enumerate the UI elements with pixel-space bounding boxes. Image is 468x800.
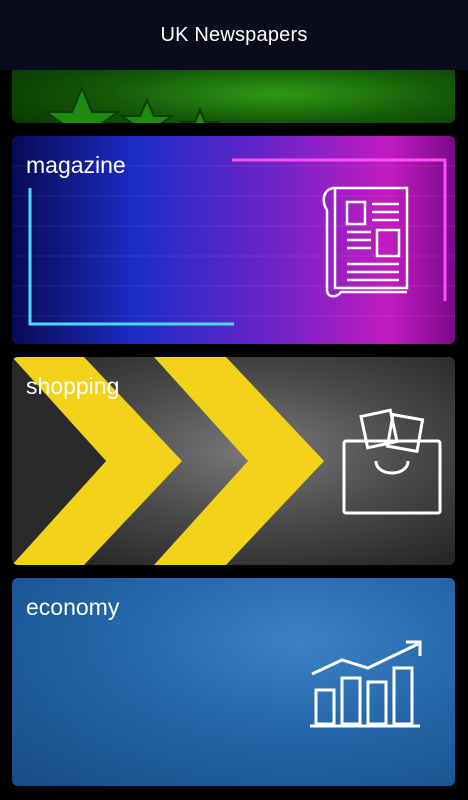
category-card-shopping[interactable]: shopping (12, 357, 455, 565)
bar-chart-growth-icon (310, 640, 422, 728)
newspaper-icon (322, 186, 409, 298)
stars-icon (42, 85, 222, 123)
category-card-magazine[interactable]: magazine (12, 136, 455, 344)
app-title: UK Newspapers (160, 23, 308, 46)
category-card-top[interactable] (12, 70, 455, 123)
category-label-magazine: magazine (26, 152, 126, 178)
category-list[interactable]: magazine shopping economy (0, 70, 468, 800)
category-label-economy: economy (26, 594, 120, 620)
category-card-economy[interactable]: economy (12, 578, 455, 786)
app-bar: UK Newspapers (0, 0, 468, 70)
category-label-shopping: shopping (26, 373, 120, 399)
shopping-bag-icon (342, 408, 442, 515)
